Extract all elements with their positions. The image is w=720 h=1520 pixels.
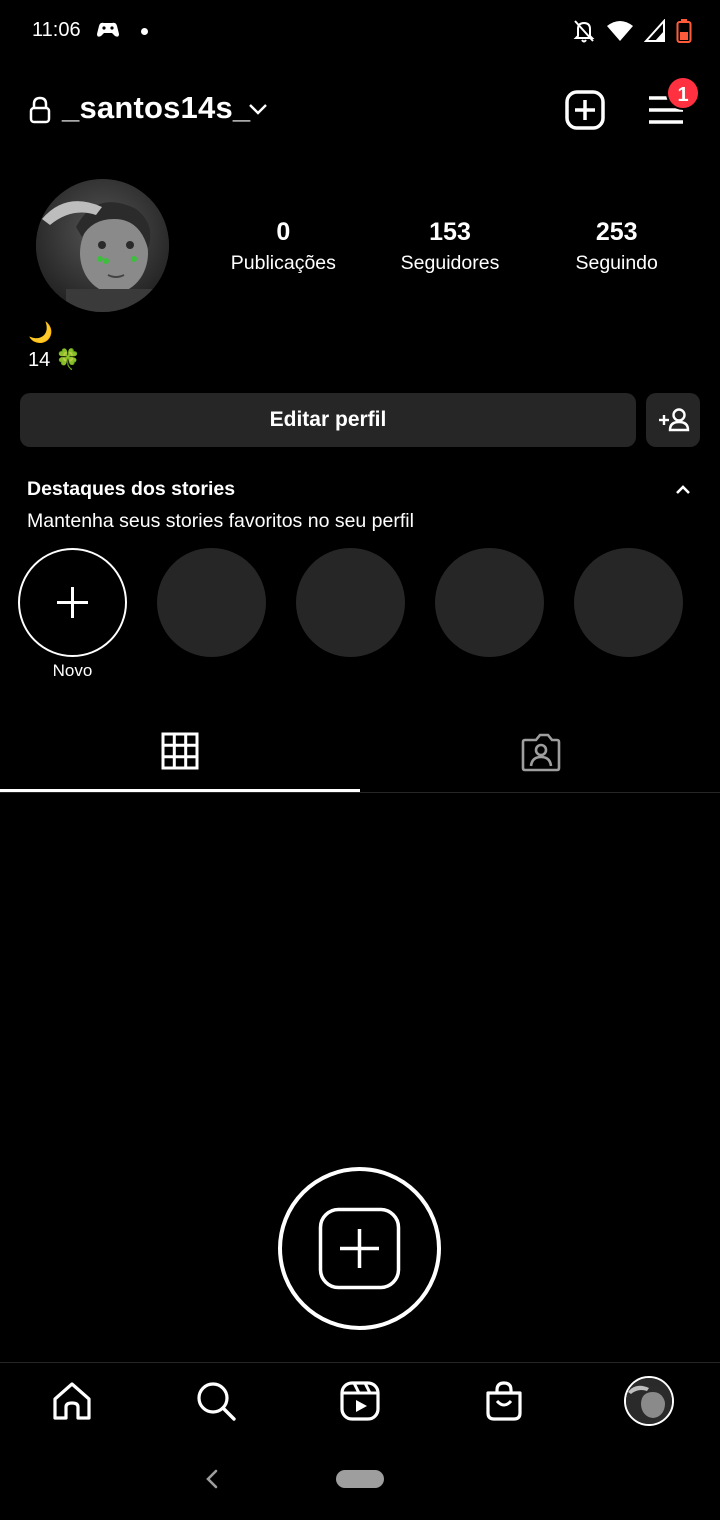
- profile-stats: 0 Publicações 153 Seguidores 253 Seguind…: [200, 216, 700, 286]
- plus-icon: [57, 587, 88, 618]
- tab-tagged[interactable]: [360, 712, 720, 792]
- home-icon[interactable]: [50, 1379, 94, 1423]
- shop-icon[interactable]: [482, 1379, 526, 1423]
- notification-badge: 1: [666, 76, 700, 110]
- notification-dot-icon: [141, 28, 148, 35]
- add-person-icon: [659, 408, 690, 432]
- stat-following[interactable]: 253 Seguindo: [533, 216, 700, 286]
- stat-value: 0: [276, 218, 291, 246]
- stat-label: Seguidores: [400, 252, 500, 274]
- profile-avatar[interactable]: [624, 1376, 674, 1426]
- highlight-placeholder: [435, 548, 544, 657]
- highlights-row: Novo: [18, 548, 718, 688]
- status-bar: 11:06: [0, 0, 720, 64]
- profile-bio: 🌙 14 🍀: [28, 320, 81, 374]
- system-back-icon[interactable]: [200, 1466, 224, 1492]
- new-highlight-label: Novo: [52, 661, 93, 680]
- bottom-navigation: [0, 1362, 720, 1438]
- bio-line: 14 🍀: [28, 349, 81, 371]
- discover-people-button[interactable]: [646, 393, 700, 447]
- stat-label: Seguindo: [575, 252, 658, 274]
- highlight-placeholder: [157, 548, 266, 657]
- profile-avatar[interactable]: [36, 179, 169, 312]
- highlights-title: Destaques dos stories: [27, 478, 236, 500]
- stat-label: Publicações: [230, 252, 336, 274]
- profile-photo: [626, 1378, 672, 1424]
- profile-header: _santos14s_ 1: [0, 76, 720, 140]
- wifi-icon: [607, 21, 633, 41]
- system-home-pill[interactable]: [336, 1470, 384, 1488]
- profile-photo: [36, 179, 169, 312]
- create-first-post-button[interactable]: [278, 1167, 441, 1330]
- chevron-down-icon[interactable]: [247, 100, 269, 118]
- create-post-icon: [318, 1207, 401, 1290]
- chevron-up-icon[interactable]: [672, 480, 694, 500]
- status-time: 11:06: [32, 19, 81, 41]
- grid-icon: [161, 732, 199, 770]
- stat-value: 153: [429, 218, 471, 246]
- status-icons: [572, 18, 692, 44]
- stat-followers[interactable]: 153 Seguidores: [367, 216, 534, 286]
- tab-posts-grid[interactable]: [0, 712, 360, 792]
- lock-icon: [29, 96, 51, 124]
- profile-tabs: [0, 712, 720, 793]
- username-switcher[interactable]: _santos14s_: [62, 90, 250, 126]
- battery-low-icon: [676, 19, 692, 43]
- bell-off-icon: [573, 20, 595, 43]
- edit-profile-button[interactable]: Editar perfil: [20, 393, 636, 447]
- signal-icon: [644, 19, 665, 42]
- highlight-placeholder: [296, 548, 405, 657]
- tagged-person-icon: [521, 733, 561, 772]
- bio-line: 🌙: [28, 322, 53, 344]
- create-post-icon[interactable]: [563, 88, 607, 132]
- search-icon[interactable]: [194, 1379, 238, 1423]
- game-controller-icon: [97, 22, 119, 37]
- highlight-placeholder: [574, 548, 683, 657]
- stat-value: 253: [595, 218, 638, 246]
- highlights-subtitle: Mantenha seus stories favoritos no seu p…: [27, 510, 414, 532]
- reels-icon[interactable]: [338, 1379, 382, 1423]
- new-highlight-button[interactable]: [18, 548, 127, 657]
- stat-posts[interactable]: 0 Publicações: [200, 216, 367, 286]
